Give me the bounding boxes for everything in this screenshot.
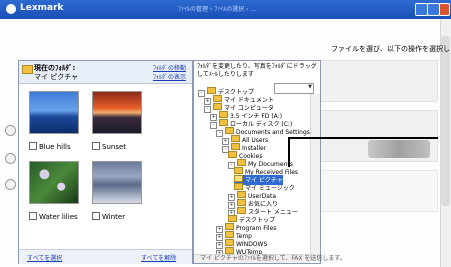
photo-checkbox[interactable]	[92, 142, 100, 150]
folder-icon	[213, 95, 222, 102]
photo-checkbox[interactable]	[29, 142, 37, 150]
folder-icon	[234, 183, 243, 190]
action-area-1	[318, 60, 438, 102]
drag-hint: ﾌｫﾙﾀﾞを変更したり、写真をﾌｫﾙﾀﾞにドラッグしてﾒｰﾙしたりします	[197, 63, 317, 78]
folder-icon	[225, 223, 234, 230]
photo-thumbnail[interactable]	[92, 91, 142, 134]
photo-caption[interactable]: Winter	[92, 212, 125, 221]
folder-icon	[231, 135, 240, 142]
rail-knob-icon[interactable]	[5, 153, 16, 164]
photo-checkbox[interactable]	[92, 212, 100, 220]
action-area-3	[318, 170, 438, 212]
photo-thumbnail[interactable]	[29, 91, 79, 134]
change-folder-link[interactable]: ﾌｫﾙﾀﾞの移動	[153, 63, 186, 72]
deselect-all-link[interactable]: すべてを解除	[141, 253, 176, 262]
window-scroll-thumb[interactable]	[441, 36, 450, 206]
folder-icon	[219, 111, 228, 118]
photo-caption[interactable]: Sunset	[92, 142, 126, 151]
folder-icon	[219, 119, 228, 126]
photo-thumbnail[interactable]	[29, 161, 79, 204]
action-thumbnails	[368, 140, 430, 158]
folder-panel-footer: すべてを選択 すべてを解除	[19, 249, 192, 264]
folder-icon	[228, 215, 237, 222]
rail-knob-icon[interactable]	[5, 125, 16, 136]
folder-icon	[225, 239, 234, 246]
lexmark-logo-icon	[6, 4, 16, 14]
app-name: Lexmark	[20, 3, 64, 13]
view-folder-link[interactable]: ﾌｫﾙﾀﾞの表示	[153, 72, 186, 81]
instruction-text: ファイルを選び、以下の操作を選択します	[331, 45, 451, 53]
bottom-note: マイ ピクチャのﾌｧｲﾙを選択して、FAX を送信します。	[200, 255, 346, 262]
photo-caption[interactable]: Water lilies	[29, 212, 78, 221]
callout-line	[288, 137, 290, 167]
tree-scrollbar-vertical[interactable]	[310, 94, 320, 261]
rail-knob-icon[interactable]	[5, 179, 16, 190]
photo-caption[interactable]: Blue hills	[29, 142, 71, 151]
folder-tree-panel: ﾌｫﾙﾀﾞを変更したり、写真をﾌｫﾙﾀﾞにドラッグしてﾒｰﾙしたりします -デス…	[193, 60, 321, 264]
folder-icon	[237, 207, 246, 214]
folder-icon	[231, 143, 240, 150]
folder-combo[interactable]	[274, 83, 314, 94]
folder-icon	[237, 199, 246, 206]
photo-checkbox[interactable]	[29, 212, 37, 220]
folder-icon	[22, 65, 33, 74]
folder-panel: 現在のﾌｫﾙﾀﾞ: マイ ピクチャ ﾌｫﾙﾀﾞの移動 ﾌｫﾙﾀﾞの表示 Blue…	[18, 60, 193, 264]
breadcrumb: ﾌｧｲﾙの管理 › ﾌｧｲﾙの選択 › ...	[178, 6, 257, 13]
folder-icon	[237, 159, 246, 166]
select-all-link[interactable]: すべてを選択	[27, 253, 62, 262]
close-button[interactable]	[439, 3, 450, 16]
folder-icon	[213, 103, 222, 110]
folder-icon	[225, 127, 234, 134]
folder-icon	[234, 175, 243, 182]
folder-icon	[234, 167, 243, 174]
folder-panel-header: 現在のﾌｫﾙﾀﾞ: マイ ピクチャ ﾌｫﾙﾀﾞの移動 ﾌｫﾙﾀﾞの表示	[19, 61, 192, 84]
folder-icon	[228, 151, 237, 158]
photo-thumbnail[interactable]	[92, 161, 142, 204]
app-title-bar: Lexmark ﾌｧｲﾙの管理 › ﾌｧｲﾙの選択 › ...	[0, 0, 451, 19]
folder-icon	[237, 191, 246, 198]
folder-icon	[225, 231, 234, 238]
folder-icon	[207, 87, 216, 94]
current-folder-name: マイ ピクチャ	[34, 73, 79, 81]
side-rail	[3, 115, 17, 195]
callout-line	[288, 137, 438, 139]
